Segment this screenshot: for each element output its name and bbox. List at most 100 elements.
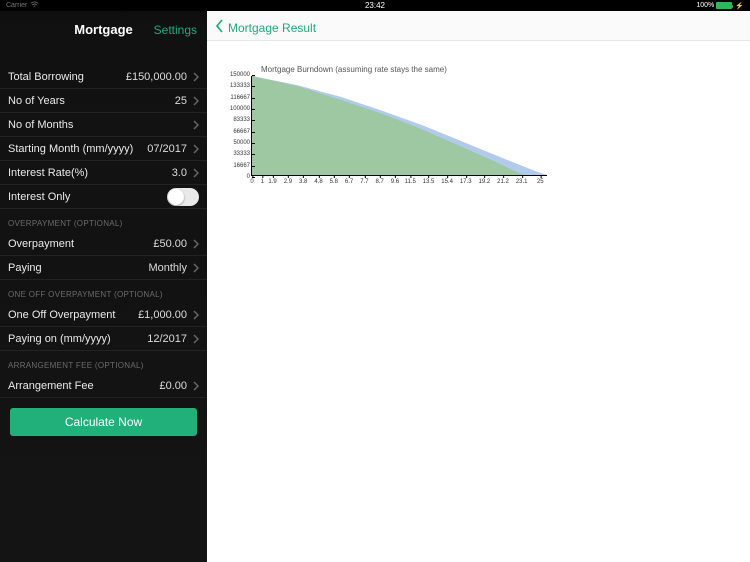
x-tick: 11.5: [405, 179, 416, 185]
x-tick: 2.9: [284, 179, 292, 185]
status-right: 100% ⚡: [696, 2, 744, 10]
chevron-right-icon: [193, 310, 199, 320]
app: Mortgage Settings Total Borrowing £150,0…: [0, 11, 750, 562]
chevron-right-icon: [193, 239, 199, 249]
toggle-knob: [168, 189, 184, 205]
x-tick: 5.8: [330, 179, 338, 185]
row-interest-rate[interactable]: Interest Rate(%) 3.0: [0, 161, 207, 185]
y-tick: 100000: [228, 106, 252, 112]
x-tick: 17.3: [460, 179, 472, 185]
section-label-fee: ARRANGEMENT FEE (OPTIONAL): [0, 351, 207, 374]
row-no-of-years[interactable]: No of Years 25: [0, 89, 207, 113]
chevron-left-icon: [215, 19, 224, 36]
y-tick: 133333: [228, 83, 252, 89]
y-tick: 0: [228, 174, 252, 180]
x-tick: 6.7: [345, 179, 353, 185]
carrier-text: Carrier: [6, 2, 27, 9]
row-interest-only[interactable]: Interest Only: [0, 185, 207, 209]
settings-link[interactable]: Settings: [154, 23, 197, 37]
row-label: Interest Rate(%): [8, 167, 88, 179]
row-label: Starting Month (mm/yyyy): [8, 143, 133, 155]
row-value: 12/2017: [147, 333, 187, 345]
y-tick: 116667: [228, 95, 252, 101]
calculate-button[interactable]: Calculate Now: [10, 408, 197, 436]
sidebar: Mortgage Settings Total Borrowing £150,0…: [0, 11, 207, 562]
row-label: Paying on (mm/yyyy): [8, 333, 111, 345]
x-tick: 1.9: [268, 179, 276, 185]
row-value: 07/2017: [147, 143, 187, 155]
section-label-overpayment: OVERPAYMENT (OPTIONAL): [0, 209, 207, 232]
x-tick: 25: [537, 179, 544, 185]
battery-icon: [716, 2, 732, 9]
chevron-right-icon: [193, 334, 199, 344]
row-value: 25: [175, 95, 187, 107]
y-tick: 16667: [228, 163, 252, 169]
row-value: 3.0: [172, 167, 187, 179]
x-tick: 13.5: [423, 179, 435, 185]
y-tick: 66667: [228, 129, 252, 135]
row-paying-on[interactable]: Paying on (mm/yyyy) 12/2017: [0, 327, 207, 351]
x-tick: 9.6: [391, 179, 399, 185]
chevron-right-icon: [193, 263, 199, 273]
x-tick: 8.7: [376, 179, 384, 185]
y-tick: 150000: [228, 72, 252, 78]
row-no-of-months[interactable]: No of Months: [0, 113, 207, 137]
chevron-right-icon: [193, 168, 199, 178]
sidebar-title: Mortgage: [74, 22, 133, 37]
row-label: No of Months: [8, 119, 73, 131]
x-tick: 7.7: [360, 179, 368, 185]
row-label: No of Years: [8, 95, 65, 107]
row-overpayment[interactable]: Overpayment £50.00: [0, 232, 207, 256]
row-total-borrowing[interactable]: Total Borrowing £150,000.00: [0, 65, 207, 89]
chevron-right-icon: [193, 381, 199, 391]
chevron-right-icon: [193, 144, 199, 154]
back-label: Mortgage Result: [228, 21, 316, 35]
back-button[interactable]: Mortgage Result: [215, 19, 316, 36]
interest-only-toggle[interactable]: [167, 188, 199, 206]
x-tick: 15.4: [441, 179, 453, 185]
row-label: Total Borrowing: [8, 71, 84, 83]
section-label-oneoff: ONE OFF OVERPAYMENT (OPTIONAL): [0, 280, 207, 303]
row-starting-month[interactable]: Starting Month (mm/yyyy) 07/2017: [0, 137, 207, 161]
chart-area: Mortgage Burndown (assuming rate stays t…: [207, 41, 750, 562]
chevron-right-icon: [193, 96, 199, 106]
x-tick: 23.1: [516, 179, 528, 185]
main-header: Mortgage Result: [207, 11, 750, 41]
chart-y-axis: 150000 133333 116667 100000 83333 66667 …: [228, 72, 252, 180]
row-label: Interest Only: [8, 191, 70, 203]
wifi-icon: [30, 1, 39, 10]
row-label: Overpayment: [8, 238, 74, 250]
chart-plot: 150000 133333 116667 100000 83333 66667 …: [251, 76, 547, 176]
y-tick: 83333: [228, 117, 252, 123]
row-arrangement-fee[interactable]: Arrangement Fee £0.00: [0, 374, 207, 398]
x-tick: 1: [261, 179, 264, 185]
main-panel: Mortgage Result Mortgage Burndown (assum…: [207, 11, 750, 562]
row-label: Arrangement Fee: [8, 380, 94, 392]
row-value: £1,000.00: [138, 309, 187, 321]
chevron-right-icon: [193, 72, 199, 82]
battery-percent: 100%: [696, 2, 714, 9]
x-tick: 4.8: [314, 179, 322, 185]
chart-title: Mortgage Burndown (assuming rate stays t…: [261, 65, 547, 74]
x-tick: 0: [250, 179, 253, 185]
row-value: £150,000.00: [126, 71, 187, 83]
row-value: Monthly: [148, 262, 187, 274]
row-one-off[interactable]: One Off Overpayment £1,000.00: [0, 303, 207, 327]
row-value: £0.00: [159, 380, 187, 392]
burndown-chart: Mortgage Burndown (assuming rate stays t…: [227, 65, 547, 205]
chart-x-axis: 0 1 1.9 2.9 3.8 4.8 5.8 6.7 7.7 8.7 9.6 …: [252, 179, 547, 185]
sidebar-header: Mortgage Settings: [0, 11, 207, 41]
status-time: 23:42: [365, 1, 385, 10]
y-tick: 50000: [228, 140, 252, 146]
y-tick: 33333: [228, 151, 252, 157]
x-tick: 21.2: [497, 179, 509, 185]
x-tick: 3.8: [299, 179, 307, 185]
row-label: One Off Overpayment: [8, 309, 115, 321]
row-label: Paying: [8, 262, 42, 274]
x-tick: 19.2: [479, 179, 491, 185]
row-paying[interactable]: Paying Monthly: [0, 256, 207, 280]
device-frame: Carrier 23:42 100% ⚡ Mortgage Settings T…: [0, 0, 750, 562]
status-bar: Carrier 23:42 100% ⚡: [0, 0, 750, 11]
chevron-right-icon: [193, 120, 199, 130]
charging-icon: ⚡: [735, 2, 744, 10]
